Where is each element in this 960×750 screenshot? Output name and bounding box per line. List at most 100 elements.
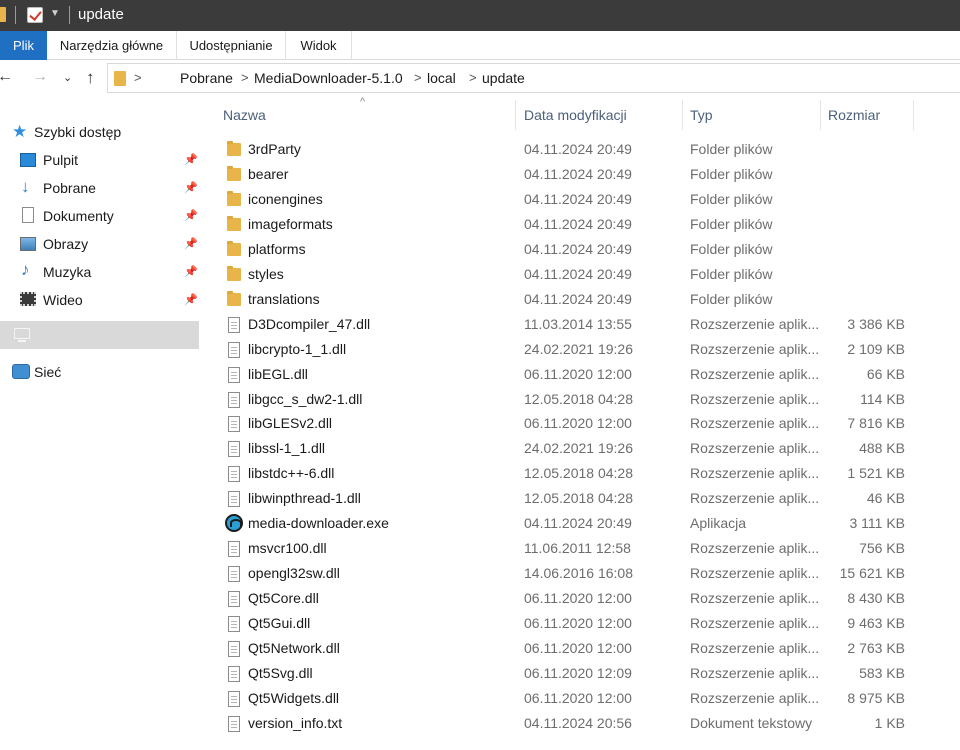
breadcrumb-update[interactable]: update: [482, 70, 525, 86]
sidebar-item-pictures[interactable]: Obrazy 📌: [0, 231, 199, 257]
tab-share[interactable]: Udostępnianie: [177, 31, 286, 60]
back-arrow-icon[interactable]: ←: [0, 68, 13, 86]
toolbar-separator: [69, 6, 70, 24]
sidebar-item-network[interactable]: Sieć: [0, 359, 199, 385]
file-type: Folder plików: [690, 215, 773, 232]
breadcrumb-pobrane[interactable]: Pobrane: [180, 70, 233, 86]
tab-home[interactable]: Narzędzia główne: [47, 31, 177, 60]
file-date: 04.11.2024 20:49: [524, 515, 632, 532]
file-row[interactable]: Qt5Core.dll 06.11.2020 12:00 Rozszerzenie …: [200, 587, 920, 612]
breadcrumb-mediadownloader[interactable]: MediaDownloader-5.1.0: [254, 70, 403, 86]
star-icon: ★: [12, 122, 28, 141]
file-name: bearer: [248, 165, 289, 182]
file-icon: [228, 466, 240, 483]
file-row[interactable]: libGLESv2.dll 06.11.2020 12:00 Rozszerzeni…: [200, 412, 920, 437]
forward-arrow-icon[interactable]: →: [32, 68, 48, 86]
file-type: Folder plików: [690, 240, 773, 257]
file-row[interactable]: opengl32sw.dll 14.06.2016 16:08 Rozszerzen…: [200, 562, 920, 587]
file-row[interactable]: Qt5Svg.dll 06.11.2020 12:09 Rozszerzenie a…: [200, 662, 920, 687]
file-row[interactable]: Qt5Gui.dll 06.11.2020 12:00 Rozszerzenie a…: [200, 612, 920, 637]
folder-icon: [227, 190, 241, 206]
pin-icon[interactable]: 📌: [184, 259, 198, 285]
properties-check-icon[interactable]: [27, 7, 43, 23]
file-name: translations: [248, 290, 320, 307]
tab-view[interactable]: Widok: [286, 31, 352, 60]
file-row[interactable]: D3Dcompiler_47.dll 11.03.2014 13:55 Rozsze…: [200, 313, 920, 338]
sidebar-item-downloads[interactable]: ↓ Pobrane 📌: [0, 175, 199, 201]
file-row[interactable]: imageformats 04.11.2024 20:49 Folder plikó…: [200, 213, 920, 238]
address-bar[interactable]: > Pobrane > MediaDownloader-5.1.0 > loca…: [107, 63, 960, 93]
sidebar-item-music[interactable]: ♪ Muzyka 📌: [0, 259, 199, 285]
column-header-size[interactable]: Rozmiar: [828, 107, 880, 123]
file-size: 7 816 KB: [847, 415, 905, 432]
file-row[interactable]: libEGL.dll 06.11.2020 12:00 Rozszerzenie a…: [200, 363, 920, 388]
file-row[interactable]: iconengines 04.11.2024 20:49 Folder plików: [200, 188, 920, 213]
file-row[interactable]: styles 04.11.2024 20:49 Folder plików: [200, 263, 920, 288]
tab-file[interactable]: Plik: [0, 31, 47, 60]
file-row[interactable]: Qt5Network.dll 06.11.2020 12:00 Rozszerzen…: [200, 637, 920, 662]
sidebar-item-video[interactable]: Wideo 📌: [0, 287, 199, 313]
up-arrow-icon[interactable]: ↑: [86, 68, 95, 88]
pin-icon[interactable]: 📌: [184, 203, 198, 229]
file-row[interactable]: version_info.txt 04.11.2024 20:56 Dokument…: [200, 712, 920, 737]
column-header-date[interactable]: Data modyfikacji: [524, 107, 627, 123]
file-date: 24.02.2021 19:26: [524, 340, 633, 357]
column-resize-handle[interactable]: [515, 100, 516, 130]
file-row[interactable]: Qt5Widgets.dll 06.11.2020 12:00 Rozszerzen…: [200, 687, 920, 712]
file-name: opengl32sw.dll: [248, 565, 340, 582]
file-row[interactable]: libstdc++-6.dll 12.05.2018 04:28 Rozszerze…: [200, 462, 920, 487]
file-date: 06.11.2020 12:00: [524, 590, 632, 607]
column-header-type[interactable]: Typ: [690, 107, 713, 123]
sidebar-item-this-pc[interactable]: [0, 321, 199, 349]
file-row[interactable]: libwinpthread-1.dll 12.05.2018 04:28 Rozsz…: [200, 487, 920, 512]
folder-icon: [114, 71, 126, 86]
file-row[interactable]: libssl-1_1.dll 24.02.2021 19:26 Rozszerzen…: [200, 437, 920, 462]
file-type: Rozszerzenie aplik...: [690, 415, 820, 432]
file-name: libEGL.dll: [248, 365, 308, 382]
file-size: 8 430 KB: [847, 590, 905, 607]
recent-locations-chevron-icon[interactable]: ⌄: [63, 71, 72, 84]
pin-icon[interactable]: 📌: [184, 287, 198, 313]
file-name: libGLESv2.dll: [248, 415, 333, 432]
file-row[interactable]: translations 04.11.2024 20:49 Folder plikó…: [200, 288, 920, 313]
file-size: 3 386 KB: [847, 315, 905, 332]
file-row[interactable]: libcrypto-1_1.dll 24.02.2021 19:26 Rozszer…: [200, 338, 920, 363]
column-resize-handle[interactable]: [682, 100, 683, 130]
desktop-icon: [20, 153, 36, 167]
chevron-right-icon[interactable]: >: [469, 70, 477, 85]
file-name: msvcr100.dll: [248, 540, 327, 557]
column-resize-handle[interactable]: [913, 100, 914, 130]
sidebar-item-documents[interactable]: Dokumenty 📌: [0, 203, 199, 229]
column-header-name[interactable]: Nazwa: [223, 107, 266, 123]
file-name: Qt5Svg.dll: [248, 664, 313, 681]
file-row[interactable]: media-downloader.exe 04.11.2024 20:49 Apli…: [200, 512, 920, 537]
quick-access-dropdown-icon[interactable]: ▼: [50, 8, 60, 19]
file-name: D3Dcompiler_47.dll: [248, 315, 371, 332]
chevron-right-icon[interactable]: >: [414, 70, 422, 85]
file-row[interactable]: bearer 04.11.2024 20:49 Folder plików: [200, 163, 920, 188]
file-type: Rozszerzenie aplik...: [690, 465, 820, 482]
breadcrumb-local[interactable]: local: [427, 70, 456, 86]
file-row[interactable]: platforms 04.11.2024 20:49 Folder plików: [200, 238, 920, 263]
file-name: media-downloader.exe: [248, 515, 389, 532]
file-type: Rozszerzenie aplik...: [690, 315, 820, 332]
file-name: 3rdParty: [248, 141, 301, 157]
sidebar-item-desktop[interactable]: Pulpit 📌: [0, 147, 199, 173]
pin-icon[interactable]: 📌: [184, 231, 198, 257]
pin-icon[interactable]: 📌: [184, 147, 198, 173]
chevron-right-icon[interactable]: >: [134, 70, 142, 85]
file-type: Rozszerzenie aplik...: [690, 490, 820, 507]
file-row[interactable]: msvcr100.dll 11.06.2011 12:58 Rozszerzenie…: [200, 537, 920, 562]
sidebar-item-quick-access[interactable]: ★ Szybki dostęp: [0, 119, 199, 145]
file-row[interactable]: libgcc_s_dw2-1.dll 12.05.2018 04:28 Rozsze…: [200, 388, 920, 413]
file-type: Folder plików: [690, 141, 773, 157]
sidebar-item-label: Muzyka: [43, 264, 92, 280]
column-resize-handle[interactable]: [820, 100, 821, 130]
file-type: Aplikacja: [690, 515, 747, 532]
file-type: Rozszerzenie aplik...: [690, 615, 820, 632]
file-row[interactable]: 3rdParty 04.11.2024 20:49 Folder plików: [200, 138, 920, 163]
file-size: 756 KB: [859, 540, 905, 557]
chevron-right-icon[interactable]: >: [241, 70, 249, 85]
file-name: Qt5Network.dll: [248, 640, 340, 656]
pin-icon[interactable]: 📌: [184, 175, 198, 201]
